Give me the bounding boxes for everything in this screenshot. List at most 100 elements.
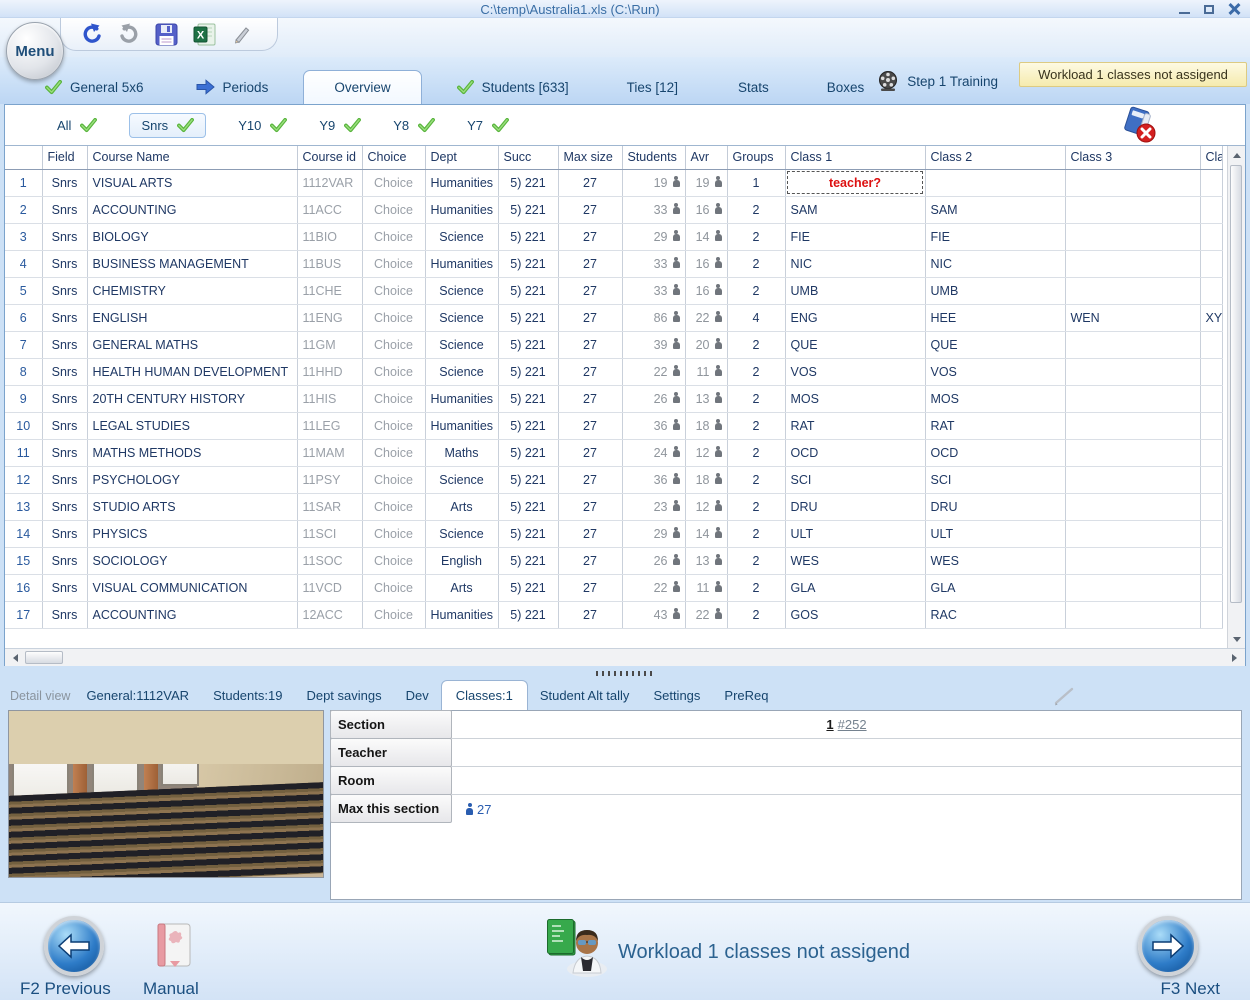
- cell-class-3[interactable]: [1065, 358, 1201, 386]
- cell-class-2[interactable]: OCD: [925, 439, 1066, 467]
- row-number[interactable]: 7: [5, 331, 43, 359]
- save-icon[interactable]: [155, 23, 178, 46]
- cell-class-1[interactable]: MOS: [785, 385, 926, 413]
- cell-field[interactable]: Snrs: [42, 304, 88, 332]
- cell-dept[interactable]: Humanities: [425, 250, 499, 278]
- cell-max-size[interactable]: 27: [558, 574, 623, 602]
- row-number[interactable]: 9: [5, 385, 43, 413]
- cell-class-1[interactable]: GLA: [785, 574, 926, 602]
- cell-class-1[interactable]: DRU: [785, 493, 926, 521]
- cell-class-2[interactable]: HEE: [925, 304, 1066, 332]
- cell-students[interactable]: 43: [622, 601, 686, 629]
- cell-choice[interactable]: Choice: [362, 250, 426, 278]
- cell-class-1[interactable]: VOS: [785, 358, 926, 386]
- cell-choice[interactable]: Choice: [362, 277, 426, 305]
- row-number[interactable]: 3: [5, 223, 43, 251]
- cell-groups[interactable]: 2: [727, 439, 786, 467]
- cell-avr[interactable]: 12: [685, 493, 728, 521]
- cell-course-name[interactable]: BIOLOGY: [87, 223, 298, 251]
- cell-class-1[interactable]: SAM: [785, 196, 926, 224]
- cell-succ[interactable]: 5) 221: [498, 547, 559, 575]
- cell-choice[interactable]: Choice: [362, 601, 426, 629]
- filter-all[interactable]: All: [57, 117, 98, 133]
- cell-max-size[interactable]: 27: [558, 547, 623, 575]
- cell-class-2[interactable]: VOS: [925, 358, 1066, 386]
- cell-class-4[interactable]: [1200, 601, 1223, 629]
- tab-stats[interactable]: Stats: [719, 71, 788, 104]
- cell-dept[interactable]: Science: [425, 466, 499, 494]
- cell-students[interactable]: 22: [622, 574, 686, 602]
- cell-course-id[interactable]: 11SCI: [297, 520, 363, 548]
- cell-course-name[interactable]: HEALTH HUMAN DEVELOPMENT: [87, 358, 298, 386]
- row-number[interactable]: 10: [5, 412, 43, 440]
- cell-students[interactable]: 33: [622, 250, 686, 278]
- cell-dept[interactable]: Humanities: [425, 169, 499, 197]
- row-number[interactable]: 16: [5, 574, 43, 602]
- cell-dept[interactable]: Maths: [425, 439, 499, 467]
- cell-succ[interactable]: 5) 221: [498, 331, 559, 359]
- cell-class-2[interactable]: QUE: [925, 331, 1066, 359]
- cell-choice[interactable]: Choice: [362, 358, 426, 386]
- cell-course-name[interactable]: MATHS METHODS: [87, 439, 298, 467]
- tab-boxes[interactable]: Boxes: [808, 71, 884, 104]
- cell-dept[interactable]: Humanities: [425, 601, 499, 629]
- cell-course-name[interactable]: ENGLISH: [87, 304, 298, 332]
- cell-succ[interactable]: 5) 221: [498, 520, 559, 548]
- cell-course-id[interactable]: 11HHD: [297, 358, 363, 386]
- cell-course-name[interactable]: VISUAL COMMUNICATION: [87, 574, 298, 602]
- cell-course-id[interactable]: 1112VAR: [297, 169, 363, 197]
- cell-max-size[interactable]: 27: [558, 304, 623, 332]
- cell-class-1[interactable]: WES: [785, 547, 926, 575]
- cell-class-3[interactable]: [1065, 196, 1201, 224]
- cell-class-4[interactable]: [1200, 493, 1223, 521]
- vertical-scroll-thumb[interactable]: [1230, 165, 1242, 603]
- cell-students[interactable]: 36: [622, 412, 686, 440]
- filter-snrs[interactable]: Snrs: [129, 112, 207, 138]
- cell-succ[interactable]: 5) 221: [498, 358, 559, 386]
- cell-groups[interactable]: 2: [727, 466, 786, 494]
- cell-class-3[interactable]: [1065, 520, 1201, 548]
- cell-groups[interactable]: 2: [727, 358, 786, 386]
- cell-max-size[interactable]: 27: [558, 331, 623, 359]
- cell-groups[interactable]: 2: [727, 574, 786, 602]
- cell-class-4[interactable]: [1200, 223, 1223, 251]
- cell-students[interactable]: 33: [622, 277, 686, 305]
- cell-max-size[interactable]: 27: [558, 493, 623, 521]
- cell-class-2[interactable]: DRU: [925, 493, 1066, 521]
- cell-students[interactable]: 39: [622, 331, 686, 359]
- cell-succ[interactable]: 5) 221: [498, 466, 559, 494]
- cell-class-2[interactable]: UMB: [925, 277, 1066, 305]
- detail-tab-dept-savings[interactable]: Dept savings: [294, 681, 393, 710]
- maximize-icon[interactable]: [1204, 4, 1214, 14]
- cell-course-name[interactable]: ACCOUNTING: [87, 196, 298, 224]
- cell-succ[interactable]: 5) 221: [498, 439, 559, 467]
- cell-avr[interactable]: 22: [685, 304, 728, 332]
- excel-icon[interactable]: X: [193, 23, 216, 46]
- detail-tab-prereq[interactable]: PreReq: [712, 681, 780, 710]
- cell-course-id[interactable]: 11VCD: [297, 574, 363, 602]
- cell-class-4[interactable]: [1200, 358, 1223, 386]
- filter-y7[interactable]: Y7: [467, 117, 509, 133]
- cell-avr[interactable]: 20: [685, 331, 728, 359]
- cell-class-4[interactable]: [1200, 466, 1223, 494]
- cell-max-size[interactable]: 27: [558, 601, 623, 629]
- cell-avr[interactable]: 18: [685, 412, 728, 440]
- cell-field[interactable]: Snrs: [42, 169, 88, 197]
- cell-choice[interactable]: Choice: [362, 169, 426, 197]
- cell-groups[interactable]: 2: [727, 277, 786, 305]
- cell-class-4[interactable]: [1200, 412, 1223, 440]
- tab-ties[interactable]: Ties [12]: [608, 71, 697, 104]
- cell-class-4[interactable]: [1200, 169, 1223, 197]
- row-number[interactable]: 5: [5, 277, 43, 305]
- scroll-right-arrow[interactable]: [1226, 649, 1243, 666]
- row-number[interactable]: 12: [5, 466, 43, 494]
- cell-class-3[interactable]: [1065, 574, 1201, 602]
- cell-avr[interactable]: 14: [685, 223, 728, 251]
- cell-avr[interactable]: 16: [685, 277, 728, 305]
- cell-choice[interactable]: Choice: [362, 196, 426, 224]
- cell-dept[interactable]: Arts: [425, 574, 499, 602]
- cell-dept[interactable]: English: [425, 547, 499, 575]
- detail-tab-classes-1[interactable]: Classes:1: [440, 680, 528, 710]
- row-number[interactable]: 2: [5, 196, 43, 224]
- cell-class-1[interactable]: OCD: [785, 439, 926, 467]
